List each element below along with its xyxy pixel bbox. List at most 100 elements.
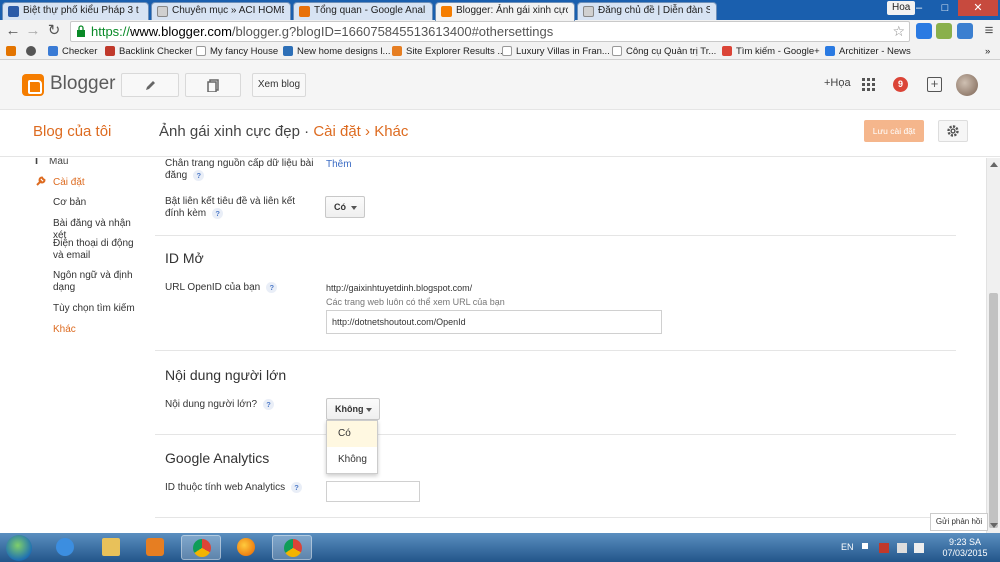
menu-option-yes[interactable]: Có (327, 421, 377, 447)
tab-2[interactable]: Chuyên mục » ACI HOME (151, 2, 291, 20)
bookmark-item[interactable]: Luxury Villas in Fran... (502, 44, 610, 59)
breadcrumb-separator: · (304, 123, 310, 140)
volume-icon[interactable] (914, 543, 924, 553)
scrollbar-thumb[interactable] (989, 293, 998, 528)
address-bar[interactable]: https://www.blogger.com/blogger.g?blogID… (70, 21, 910, 42)
menu-option-no[interactable]: Không (327, 447, 377, 473)
sidebar-item-other[interactable]: Khác (53, 324, 145, 336)
help-icon[interactable]: ? (291, 482, 303, 493)
help-icon[interactable]: ? (212, 208, 224, 219)
posts-icon (206, 79, 219, 93)
bookmark-item[interactable] (6, 44, 20, 59)
bookmark-item[interactable]: Checker (48, 44, 97, 59)
posts-list-button[interactable] (185, 73, 241, 97)
bookmark-item[interactable]: Công cụ Quản trị Tr... (612, 44, 716, 59)
start-button-icon[interactable] (6, 535, 32, 561)
tab-1[interactable]: Biệt thự phố kiểu Pháp 3 t (2, 2, 149, 20)
add-feed-footer-link[interactable]: Thêm (326, 159, 352, 170)
taskbar-firefox[interactable] (226, 535, 266, 560)
share-plus-icon[interactable]: + (927, 77, 942, 92)
bookmark-label: My fancy House (210, 46, 279, 57)
extension-icon[interactable] (957, 23, 973, 39)
check-icon (48, 46, 58, 56)
extension-icon[interactable] (936, 23, 952, 39)
sidebar-item-design[interactable]: Γ Mẫu (35, 158, 68, 167)
blogger-logo-icon[interactable] (22, 74, 44, 96)
help-icon[interactable]: ? (263, 399, 275, 410)
language-indicator[interactable]: EN (841, 542, 854, 552)
tab-5[interactable]: Đăng chủ đề | Diễn đàn SE (577, 2, 717, 20)
divider (155, 350, 956, 351)
tab-label: Tổng quan - Google Anal (314, 5, 426, 16)
minimize-button[interactable]: – (906, 0, 932, 16)
bookmarks-bar: Checker Backlink Checker My fancy House … (0, 43, 1000, 60)
back-button[interactable]: ← (4, 22, 22, 40)
view-blog-button[interactable]: Xem blog (252, 73, 306, 97)
help-icon[interactable]: ? (266, 282, 278, 293)
reload-button[interactable]: ↻ (45, 22, 63, 40)
label-text: ID thuộc tính web Analytics (165, 482, 286, 494)
openid-input[interactable]: http://dotnetshoutout.com/OpenId (326, 310, 662, 334)
bookmark-item[interactable]: New home designs l... (283, 44, 390, 59)
forward-button[interactable]: → (24, 22, 42, 40)
analytics-id-input[interactable] (326, 481, 420, 502)
bookmark-item[interactable]: My fancy House (196, 44, 278, 59)
taskbar-ie[interactable] (45, 535, 85, 560)
avatar[interactable] (956, 74, 978, 96)
taskbar-chrome-2[interactable] (272, 535, 312, 560)
breadcrumb-settings[interactable]: Cài đặt (313, 123, 361, 140)
network-warning-icon[interactable] (879, 543, 889, 553)
sidebar-item-search-prefs[interactable]: Tùy chọn tìm kiếm (53, 303, 145, 315)
ahrefs-icon (392, 46, 402, 56)
new-post-button[interactable] (121, 73, 179, 97)
my-blogs-link[interactable]: Blog của tôi (33, 123, 111, 140)
page-scrollbar[interactable] (986, 158, 1000, 533)
divider (155, 517, 956, 518)
tab-4[interactable]: Blogger: Ảnh gái xinh cực (435, 2, 575, 21)
tray-chevron-icon[interactable] (862, 543, 868, 549)
close-window-button[interactable]: ✕ (958, 0, 998, 16)
bookmark-item[interactable]: Backlink Checker (105, 44, 192, 59)
scroll-up-icon[interactable] (990, 162, 998, 167)
tab-3[interactable]: Tổng quan - Google Anal (293, 2, 433, 20)
bookmark-item[interactable]: Tìm kiếm - Google+ (722, 44, 820, 59)
bookmark-item[interactable]: Architizer - News (825, 44, 911, 59)
system-clock[interactable]: 9:23 SA 07/03/2015 (935, 537, 995, 559)
help-icon[interactable]: ? (193, 170, 205, 181)
scroll-down-icon[interactable] (990, 523, 998, 528)
breadcrumb: Ảnh gái xinh cực đẹp · Cài đặt › Khác (159, 123, 408, 140)
url-host: www.blogger.com (130, 24, 232, 39)
bookmark-item[interactable] (26, 44, 40, 59)
sidebar-item-mobile-email[interactable]: Điện thoại di động và email (53, 238, 145, 262)
divider (155, 235, 956, 236)
adult-content-dropdown[interactable]: Không (326, 398, 380, 420)
taskbar-explorer[interactable] (91, 535, 131, 560)
sidebar-item-language[interactable]: Ngôn ngữ và định dạng (53, 270, 145, 294)
pencil-icon (145, 81, 155, 90)
menu-icon[interactable]: ≡ (980, 22, 998, 40)
google-plus-user-link[interactable]: +Họa (824, 77, 851, 89)
sidebar-item-settings[interactable]: Cài đặt (35, 175, 85, 188)
taskbar-chrome[interactable] (181, 535, 221, 560)
save-settings-button[interactable]: Lưu cài đặt (864, 120, 924, 142)
apps-grid-icon[interactable] (862, 78, 875, 91)
gear-button[interactable] (938, 120, 968, 142)
bookmark-star-icon[interactable]: ☆ (892, 22, 905, 41)
notification-badge[interactable]: 9 (893, 77, 908, 92)
title-links-dropdown[interactable]: Có (325, 196, 365, 218)
clock-time: 9:23 SA (948, 537, 982, 547)
taskbar-media[interactable] (135, 535, 175, 560)
bookmark-item[interactable]: Site Explorer Results ... (392, 44, 505, 59)
blog-name[interactable]: Ảnh gái xinh cực đẹp (159, 123, 300, 140)
extension-icon[interactable] (916, 23, 932, 39)
maximize-button[interactable]: □ (932, 0, 958, 16)
circle-icon (26, 46, 36, 56)
label-text: URL OpenID của bạn (165, 282, 261, 294)
brand-name[interactable]: Blogger (50, 73, 116, 95)
flag-icon[interactable] (897, 543, 907, 553)
bookmarks-overflow-icon[interactable]: » (985, 44, 990, 59)
send-feedback-button[interactable]: Gửi phản hồi (930, 513, 988, 531)
chrome-icon (193, 539, 211, 557)
lock-icon (77, 25, 85, 37)
sidebar-item-basic[interactable]: Cơ bản (53, 197, 145, 209)
